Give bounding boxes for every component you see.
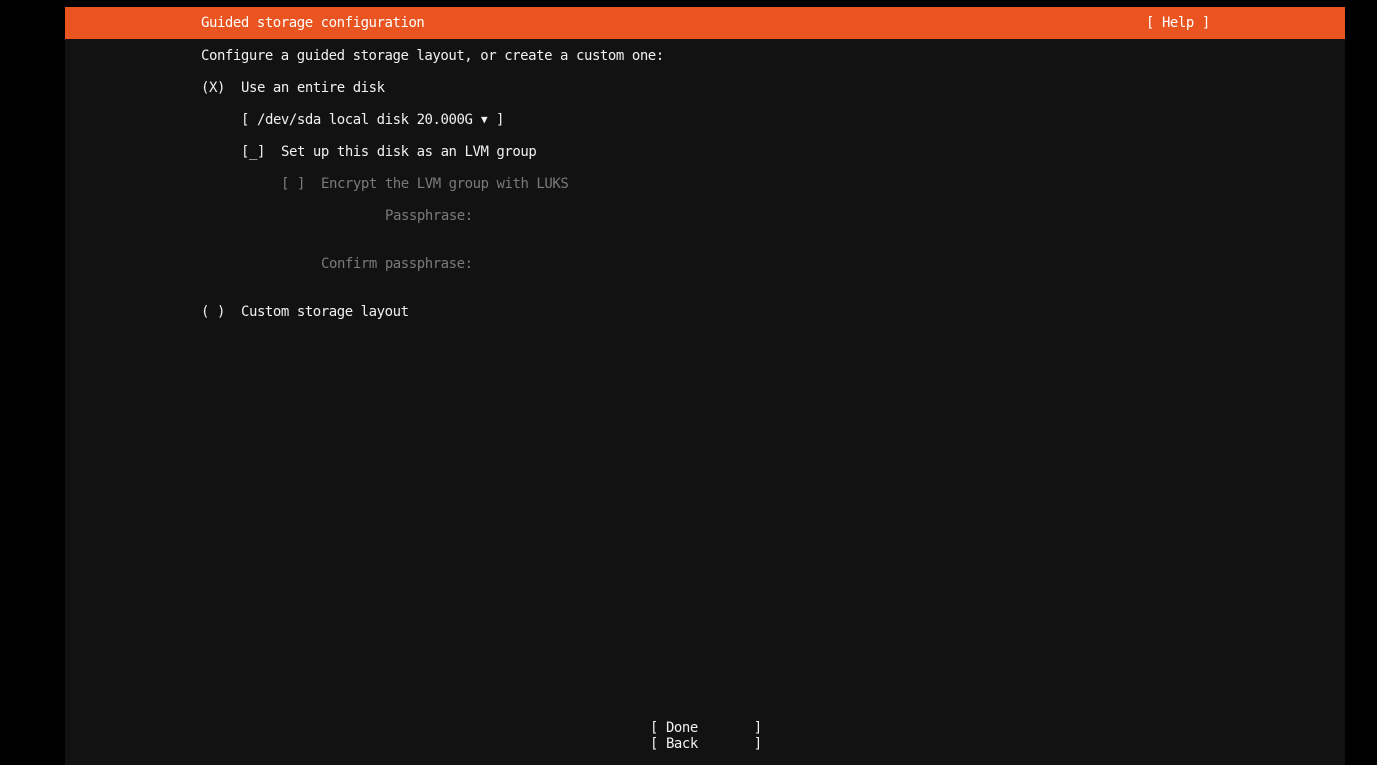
passphrase-label: Passphrase:: [385, 208, 473, 224]
back-button[interactable]: [ Back ]: [650, 736, 762, 752]
encrypt-label: Encrypt the LVM group with LUKS: [321, 176, 569, 192]
lvm-checkbox[interactable]: [_]: [241, 144, 265, 160]
entire-disk-label: Use an entire disk: [241, 80, 385, 96]
entire-disk-radio[interactable]: (X): [201, 80, 225, 96]
disk-select-open-bracket: [: [241, 112, 249, 128]
custom-layout-label: Custom storage layout: [241, 304, 409, 320]
lvm-label: Set up this disk as an LVM group: [281, 144, 537, 160]
help-button[interactable]: [ Help ]: [1146, 15, 1210, 31]
chevron-down-icon[interactable]: ▼: [481, 112, 488, 128]
encrypt-checkbox: [ ]: [281, 176, 305, 192]
installer-screen: Guided storage configuration [ Help ] Co…: [65, 7, 1345, 765]
disk-select-close-bracket: ]: [496, 112, 504, 128]
disk-select-value[interactable]: /dev/sda local disk 20.000G: [257, 112, 473, 128]
custom-layout-radio[interactable]: ( ): [201, 304, 225, 320]
done-button[interactable]: [ Done ]: [650, 720, 762, 736]
title-bar: Guided storage configuration [ Help ]: [65, 7, 1345, 39]
page-title: Guided storage configuration: [201, 15, 425, 31]
confirm-passphrase-label: Confirm passphrase:: [321, 256, 473, 272]
intro-text: Configure a guided storage layout, or cr…: [201, 48, 664, 64]
